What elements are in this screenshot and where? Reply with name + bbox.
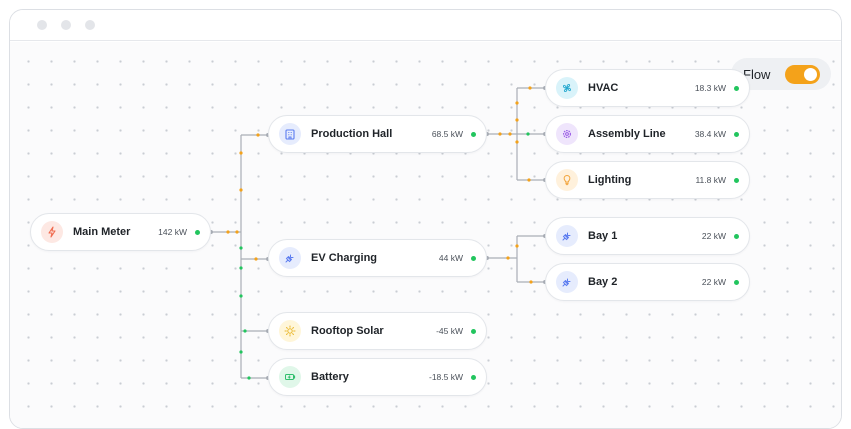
status-indicator [734, 279, 739, 285]
node-value: 22 kW [701, 231, 726, 241]
window-maximize-button[interactable] [85, 20, 95, 30]
node-value: 142 kW [158, 227, 187, 237]
node-lighting[interactable]: Lighting 11.8 kW [545, 161, 750, 199]
node-label: HVAC [588, 82, 619, 94]
status-indicator [734, 177, 739, 183]
node-value: 68.5 kW [431, 129, 463, 139]
status-indicator [734, 85, 739, 91]
plug-icon [556, 225, 578, 247]
fan-icon [556, 77, 578, 99]
node-main-meter[interactable]: Main Meter 142 kW [30, 213, 211, 251]
node-value: 22 kW [701, 277, 726, 287]
node-ev-charging[interactable]: EV Charging 44 kW [268, 239, 487, 277]
node-value: 18.3 kW [694, 83, 726, 93]
status-indicator [471, 131, 476, 137]
window-close-button[interactable] [37, 20, 47, 30]
node-label: Production Hall [311, 128, 393, 140]
plug-icon [279, 247, 301, 269]
node-label: Assembly Line [588, 128, 666, 140]
node-label: Rooftop Solar [311, 325, 384, 337]
gear-icon [556, 123, 578, 145]
status-indicator [471, 328, 476, 334]
node-value: 11.8 kW [695, 175, 726, 185]
node-production-hall[interactable]: Production Hall 68.5 kW [268, 115, 487, 153]
node-label: Bay 2 [588, 276, 618, 288]
window-minimize-button[interactable] [61, 20, 71, 30]
title-bar [10, 10, 841, 41]
bolt-icon [41, 221, 63, 243]
node-bay-1[interactable]: Bay 1 22 kW [545, 217, 750, 255]
status-indicator [471, 374, 476, 380]
status-indicator [734, 131, 739, 137]
node-bay-2[interactable]: Bay 2 22 kW [545, 263, 750, 301]
node-label: EV Charging [311, 252, 378, 264]
node-battery[interactable]: Battery -18.5 kW [268, 358, 487, 396]
node-value: 38.4 kW [694, 129, 726, 139]
node-label: Lighting [588, 174, 632, 186]
status-indicator [195, 229, 200, 235]
flow-switch[interactable] [785, 64, 820, 84]
node-value: 44 kW [438, 253, 463, 263]
node-label: Main Meter [73, 226, 131, 238]
node-rooftop-solar[interactable]: Rooftop Solar -45 kW [268, 312, 487, 350]
plug-icon [556, 271, 578, 293]
bulb-icon [556, 169, 578, 191]
flow-switch-knob [804, 67, 817, 81]
node-value: -45 kW [436, 326, 463, 336]
node-label: Bay 1 [588, 230, 618, 242]
node-hvac[interactable]: HVAC 18.3 kW [545, 69, 750, 107]
building-icon [279, 123, 301, 145]
battery-icon [279, 366, 301, 388]
node-value: -18.5 kW [428, 372, 463, 382]
status-indicator [734, 233, 739, 239]
status-indicator [471, 255, 476, 261]
node-assembly-line[interactable]: Assembly Line 38.4 kW [545, 115, 750, 153]
sun-icon [279, 320, 301, 342]
node-label: Battery [311, 371, 349, 383]
